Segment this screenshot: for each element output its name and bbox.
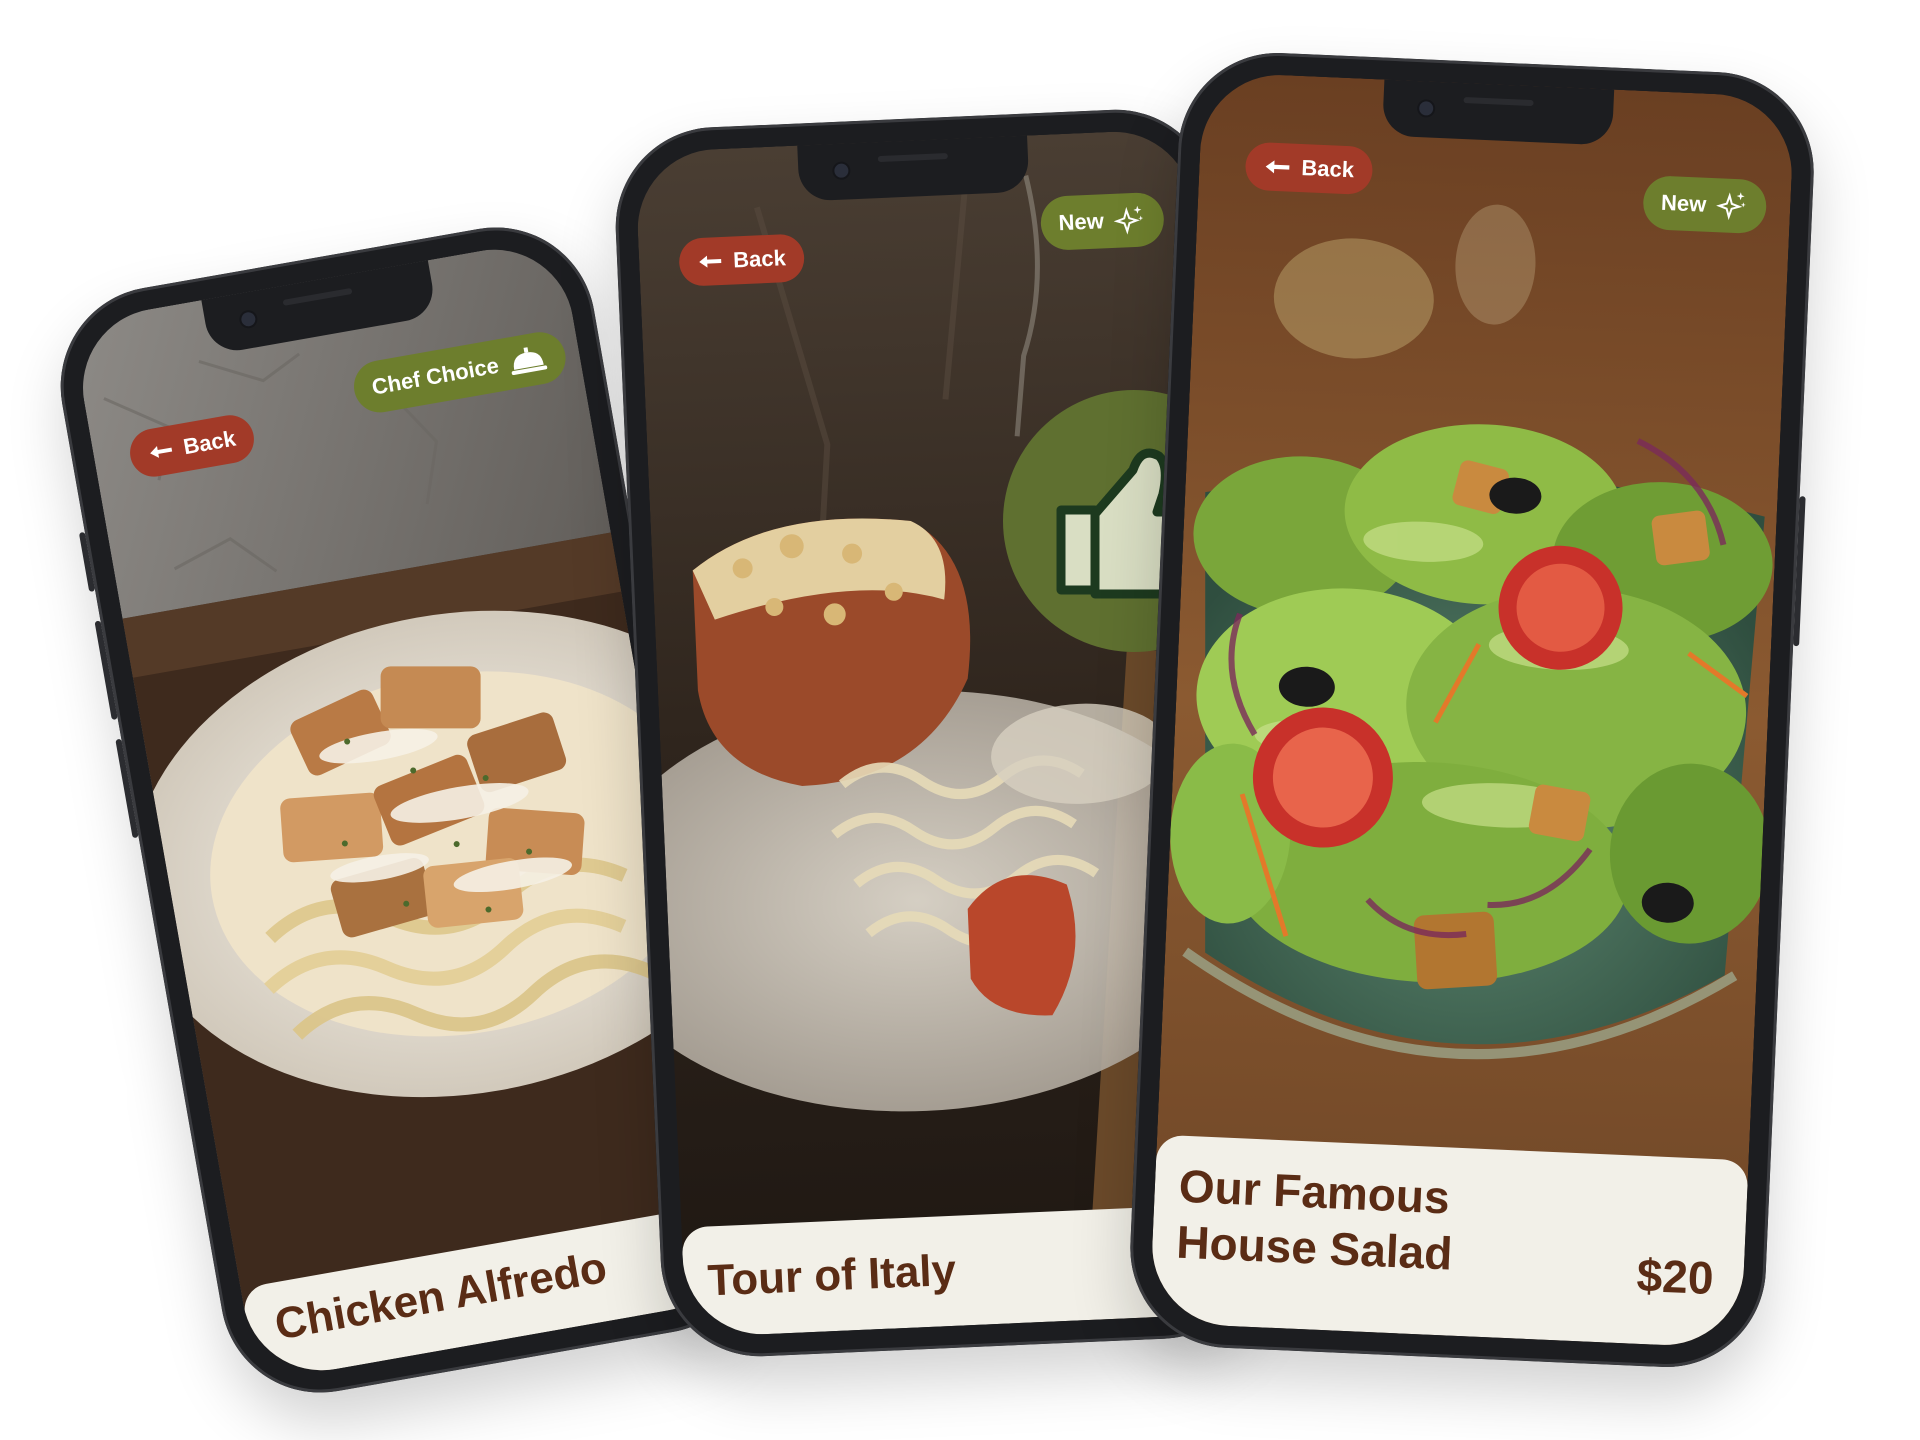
- arrow-left-icon: [1265, 160, 1290, 174]
- dish-title: Tour of Italy: [706, 1245, 958, 1306]
- new-badge: New: [1641, 175, 1768, 235]
- dish-price: $20: [1635, 1248, 1715, 1305]
- speaker: [1463, 97, 1534, 107]
- title-card: Our Famous House Salad $20: [1148, 1134, 1749, 1349]
- phone-house-salad: Back New Our Famous House Salad $20: [1126, 48, 1818, 1372]
- screen: Back New Our Famous House Salad $20: [1148, 71, 1796, 1349]
- notch: [1381, 79, 1615, 146]
- back-button[interactable]: Back: [1244, 141, 1374, 196]
- showcase-stage: Back Chef Choice Chicken Alfredo Back Ne…: [0, 0, 1920, 1440]
- service-bell-icon: [512, 347, 548, 375]
- back-button-label: Back: [181, 425, 238, 460]
- arrow-left-icon: [699, 255, 722, 268]
- front-camera: [834, 163, 849, 178]
- badge-label: Chef Choice: [369, 352, 501, 400]
- speaker: [877, 153, 948, 163]
- arrow-left-icon: [150, 446, 173, 458]
- badge-label: New: [1058, 208, 1105, 236]
- sparkles-icon: [1716, 192, 1746, 221]
- dish-title-line-2: House Salad: [1175, 1215, 1454, 1280]
- new-badge: New: [1039, 191, 1165, 252]
- back-button-label: Back: [732, 245, 787, 273]
- front-camera: [240, 311, 257, 328]
- back-button[interactable]: Back: [678, 233, 805, 287]
- front-camera: [1418, 101, 1434, 116]
- badge-label: New: [1660, 189, 1707, 217]
- sparkles-icon: [1113, 205, 1144, 235]
- back-button-label: Back: [1300, 155, 1355, 183]
- notch: [797, 135, 1030, 202]
- dish-title-line-1: Our Famous: [1177, 1159, 1451, 1224]
- speaker: [282, 287, 353, 306]
